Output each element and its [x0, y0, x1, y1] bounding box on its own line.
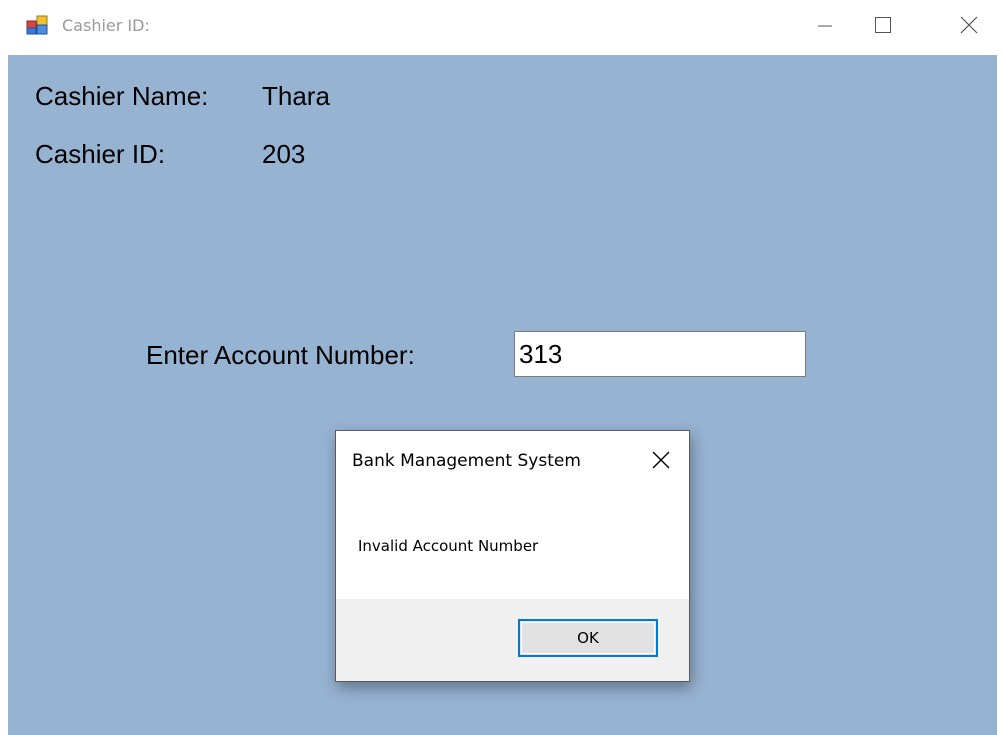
account-number-input[interactable]: 313 — [514, 331, 806, 377]
ok-button[interactable]: OK — [518, 619, 658, 657]
dialog-close-button[interactable] — [646, 445, 676, 475]
minimize-button[interactable] — [800, 0, 850, 50]
cashier-id-value: 203 — [262, 139, 306, 169]
close-button[interactable] — [944, 0, 994, 50]
close-icon — [960, 16, 978, 34]
dialog-title: Bank Management System — [352, 451, 581, 471]
minimize-icon — [818, 25, 832, 27]
message-box-dialog: Bank Management System Invalid Account N… — [335, 430, 690, 682]
cashier-name-value: Thara — [262, 81, 330, 111]
title-bar[interactable]: Cashier ID: — [0, 0, 1005, 55]
cashier-name-label: Cashier Name: — [35, 81, 209, 111]
maximize-icon — [875, 17, 891, 33]
dialog-button-bar: OK — [336, 599, 689, 681]
main-window: Cashier ID: Cashier Name: Thara Cashier … — [0, 0, 1005, 735]
close-icon — [652, 451, 670, 469]
app-form-icon — [26, 15, 48, 35]
window-title: Cashier ID: — [62, 16, 150, 35]
dialog-message: Invalid Account Number — [358, 537, 539, 555]
account-number-label: Enter Account Number: — [146, 340, 415, 370]
maximize-button[interactable] — [858, 0, 908, 50]
cashier-id-label: Cashier ID: — [35, 139, 166, 169]
